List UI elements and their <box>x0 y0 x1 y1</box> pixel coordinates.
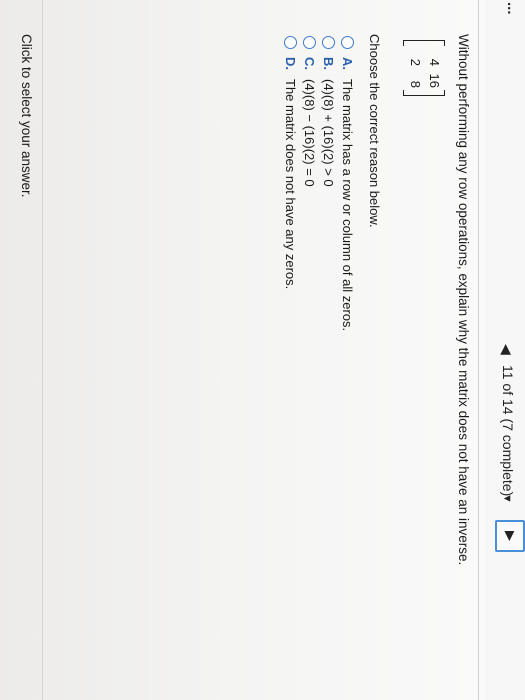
radio-button[interactable] <box>341 36 355 49</box>
choice-d[interactable]: D. The matrix does not have any zeros. <box>282 36 300 289</box>
instruction-text: Choose the correct reason below. <box>367 34 382 228</box>
matrix-cell: 2 <box>408 58 423 66</box>
right-bracket <box>403 90 445 96</box>
question-text: Without performing any row operations, e… <box>456 34 471 566</box>
chevron-down-icon[interactable]: ▼ <box>501 493 513 504</box>
choice-text: (4)(8) − (16)(2) = 0 <box>302 79 318 187</box>
choice-letter: D. <box>283 57 299 70</box>
right-arrow-icon: ▶ <box>503 531 518 541</box>
choice-a[interactable]: A. The matrix has a row or column of all… <box>339 36 357 331</box>
choice-b[interactable]: B. (4)(8) + (16)(2) > 0 <box>320 36 338 187</box>
choice-letter: B. <box>321 57 337 70</box>
choice-letter: C. <box>302 57 318 70</box>
choice-text: The matrix does not have any zeros. <box>283 79 299 290</box>
matrix-cell: 4 <box>427 58 442 66</box>
question-progress-dropdown[interactable]: 11 of 14 (7 complete) <box>500 365 516 496</box>
matrix-cell: 8 <box>408 80 423 88</box>
radio-button[interactable] <box>284 36 298 49</box>
previous-question-button[interactable]: ◀ <box>498 344 515 355</box>
choice-c[interactable]: C. (4)(8) − (16)(2) = 0 <box>301 36 319 187</box>
matrix-cell: 16 <box>427 73 442 88</box>
page-title: ... <box>504 2 521 15</box>
choice-text: (4)(8) + (16)(2) > 0 <box>321 79 337 187</box>
screen: ... ◀ 11 of 14 (7 complete) ▼ ▶ Without … <box>0 0 525 700</box>
header-divider <box>478 0 479 700</box>
radio-button[interactable] <box>303 36 317 49</box>
footer-hint: Click to select your answer. <box>19 34 34 198</box>
radio-button[interactable] <box>322 36 336 49</box>
top-bar: ... ◀ 11 of 14 (7 complete) ▼ ▶ <box>485 0 525 700</box>
choice-text: The matrix has a row or column of all ze… <box>340 79 356 332</box>
choice-letter: A. <box>340 57 356 70</box>
footer-divider <box>42 0 43 700</box>
matrix: 4 16 2 8 <box>403 40 445 96</box>
next-question-button[interactable]: ▶ <box>495 520 525 552</box>
